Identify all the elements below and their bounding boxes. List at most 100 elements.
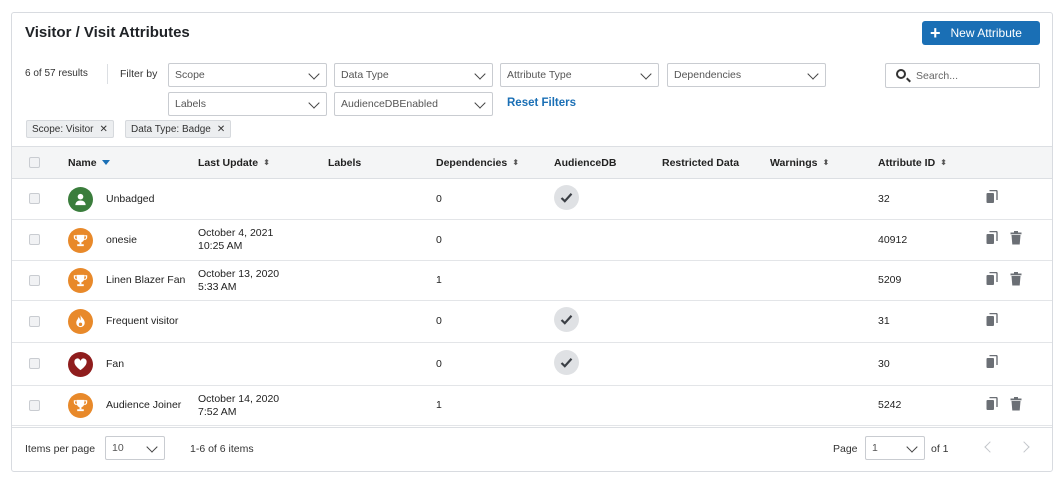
copy-icon[interactable] (986, 189, 1010, 208)
attributes-table: Name Last Update ⬍ Labels Dependencies ⬍ A… (12, 146, 1052, 426)
items-range: 1-6 of 6 items (190, 443, 254, 455)
items-per-page-label: Items per page (25, 443, 96, 455)
filter-chip-label: Scope: Visitor (32, 123, 94, 135)
column-warnings[interactable]: Warnings ⬍ (770, 147, 878, 179)
sort-icon: ⬍ (512, 157, 519, 167)
attribute-id: 40912 (878, 233, 908, 246)
attribute-id: 5242 (878, 399, 902, 411)
table-row: Linen Blazer Fan October 13, 2020 5:33 AM 1… (12, 261, 1052, 301)
items-per-page-value: 10 (112, 442, 124, 454)
table-row: Audience Joiner October 14, 2020 7:52 AM 1 5… (12, 386, 1052, 426)
dependencies-value: 0 (436, 233, 442, 246)
audiencedb-select-value: AudienceDBEnabled (341, 98, 438, 110)
data-type-select-value: Data Type (341, 69, 389, 81)
column-name[interactable]: Name (68, 147, 198, 179)
last-update: October 4, 2021 10:25 AM (198, 227, 274, 252)
warnings-cell (770, 261, 878, 301)
row-checkbox[interactable] (29, 274, 40, 286)
data-type-select[interactable]: Data Type (334, 63, 493, 87)
new-attribute-button[interactable]: + New Attribute (922, 21, 1040, 45)
chevron-down-icon (146, 441, 158, 453)
trash-icon[interactable] (1010, 231, 1034, 249)
attribute-name[interactable]: Linen Blazer Fan (106, 274, 196, 287)
copy-icon[interactable] (986, 354, 1010, 373)
page-label: Page (833, 443, 858, 455)
column-dependencies[interactable]: Dependencies ⬍ (436, 147, 554, 179)
audiencedb-select[interactable]: AudienceDBEnabled (334, 92, 493, 116)
flame-icon (68, 309, 93, 334)
copy-icon[interactable] (986, 312, 1010, 331)
results-count: 6 of 57 results (25, 68, 88, 79)
warnings-cell (770, 343, 878, 386)
chevron-down-icon (474, 97, 486, 109)
column-actions (986, 147, 1052, 179)
sort-icon: ⬍ (940, 157, 947, 167)
check-icon (554, 307, 579, 332)
dependencies-value: 1 (436, 399, 442, 411)
divider (12, 427, 1052, 428)
table-row: Unbadged 0 32 (12, 179, 1052, 220)
plus-icon: + (930, 23, 941, 43)
dependencies-select[interactable]: Dependencies (667, 63, 826, 87)
divider (107, 64, 108, 84)
new-attribute-label: New Attribute (950, 26, 1022, 40)
labels-cell (328, 261, 436, 301)
attribute-name[interactable]: onesie (106, 234, 196, 247)
restricted-data-cell (662, 343, 770, 386)
page-count: of 1 (931, 443, 949, 455)
remove-chip-icon[interactable]: ✕ (100, 124, 108, 135)
scope-select[interactable]: Scope (168, 63, 327, 87)
filter-chip-label: Data Type: Badge (131, 123, 211, 135)
copy-icon[interactable] (986, 230, 1010, 249)
chevron-down-icon (807, 68, 819, 80)
page-select[interactable]: 1 (865, 436, 925, 460)
table-row: Frequent visitor 0 31 (12, 301, 1052, 343)
filter-chip-data-type: Data Type: Badge ✕ (125, 120, 232, 138)
attributes-panel: Visitor / Visit Attributes + New Attribu… (11, 12, 1053, 472)
check-icon (554, 184, 579, 210)
copy-icon[interactable] (986, 271, 1010, 290)
select-all-checkbox[interactable] (29, 157, 40, 169)
row-checkbox[interactable] (29, 234, 40, 246)
last-update: October 13, 2020 5:33 AM (198, 267, 280, 293)
warnings-cell (770, 179, 878, 220)
reset-filters-link[interactable]: Reset Filters (507, 97, 576, 109)
labels-select[interactable]: Labels (168, 92, 327, 116)
trash-icon[interactable] (1010, 271, 1034, 290)
items-per-page-select[interactable]: 10 (105, 436, 165, 460)
labels-cell (328, 386, 436, 426)
filter-by-label: Filter by (120, 68, 158, 80)
chevron-down-icon (308, 97, 320, 109)
attribute-type-select[interactable]: Attribute Type (500, 63, 659, 87)
column-last-update[interactable]: Last Update ⬍ (198, 147, 328, 179)
remove-chip-icon[interactable]: ✕ (217, 124, 225, 135)
warnings-cell (770, 220, 878, 261)
chevron-down-icon (308, 68, 320, 80)
attribute-id: 31 (878, 315, 890, 327)
trash-icon[interactable] (1010, 396, 1034, 415)
search-input[interactable]: Search... (885, 63, 1040, 88)
column-restricted-data: Restricted Data (662, 156, 740, 169)
table-row: onesie October 4, 2021 10:25 AM 0 40912 (12, 220, 1052, 261)
row-checkbox[interactable] (29, 399, 40, 411)
sort-icon: ⬍ (263, 157, 270, 167)
prev-page-icon[interactable] (984, 441, 996, 453)
labels-cell (328, 220, 436, 261)
table-header-row: Name Last Update ⬍ Labels Dependencies ⬍ A… (12, 146, 1052, 179)
attribute-name[interactable]: Unbadged (106, 193, 196, 206)
next-page-icon[interactable] (1018, 441, 1030, 453)
attribute-name[interactable]: Audience Joiner (106, 399, 196, 412)
dependencies-select-value: Dependencies (674, 69, 742, 81)
row-checkbox[interactable] (29, 358, 40, 370)
person-icon (68, 186, 93, 212)
warnings-cell (770, 301, 878, 343)
restricted-data-cell (662, 301, 770, 343)
attribute-name[interactable]: Frequent visitor (106, 315, 196, 328)
attribute-name[interactable]: Fan (106, 358, 196, 371)
column-audiencedb: AudienceDB (554, 156, 617, 169)
row-checkbox[interactable] (29, 193, 40, 205)
copy-icon[interactable] (986, 396, 1010, 415)
column-attribute-id[interactable]: Attribute ID ⬍ (878, 147, 986, 179)
column-labels: Labels (328, 156, 362, 169)
row-checkbox[interactable] (29, 315, 40, 327)
